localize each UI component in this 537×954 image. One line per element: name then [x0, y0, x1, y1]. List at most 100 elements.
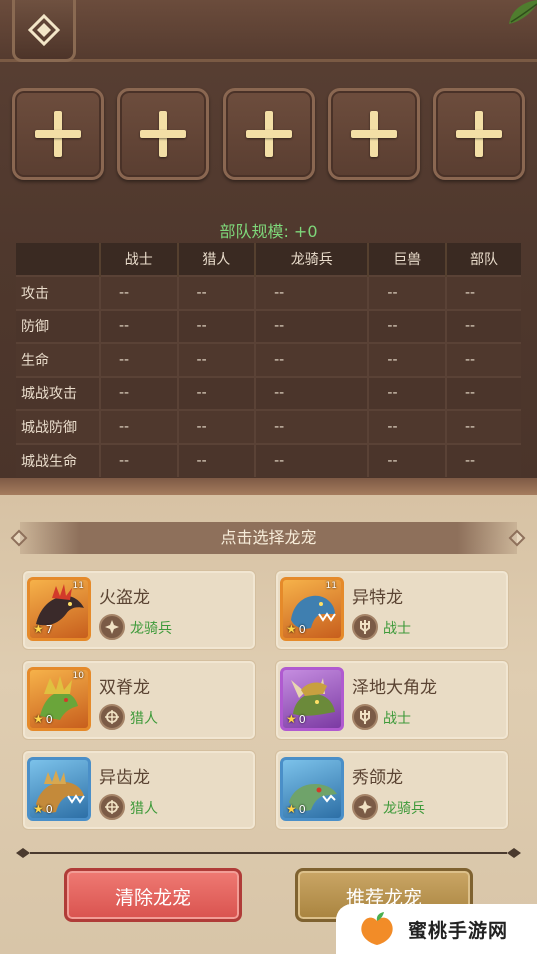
stats-cell: -- [177, 342, 257, 377]
pet-star-count: 0 [298, 803, 306, 816]
warrior-class-icon [352, 704, 378, 730]
pet-card[interactable]: 11 ★ 7 火盗龙 龙骑兵 [22, 570, 256, 650]
stats-cell: -- [100, 342, 179, 377]
stats-cell: -- [177, 375, 257, 410]
star-icon: ★ 0 [33, 712, 53, 726]
pet-slot-4[interactable] [327, 88, 420, 180]
stats-header-beast: 巨兽 [368, 243, 447, 276]
stats-header-blank [16, 243, 101, 276]
stats-row-label: 城战攻击 [16, 375, 101, 410]
top-bar [0, 0, 537, 62]
pet-star-count: 0 [45, 803, 53, 816]
clear-pets-button[interactable]: 清除龙宠 [64, 868, 242, 922]
pet-card[interactable]: ★ 0 秀颌龙 龙骑兵 [275, 750, 509, 830]
stats-row: 生命 -- -- -- -- -- [16, 342, 521, 377]
pet-name: 双脊龙 [99, 678, 150, 698]
stats-cell: -- [177, 442, 257, 477]
dragoon-class-icon [99, 614, 125, 640]
pet-type: 龙骑兵 [130, 621, 172, 637]
plus-icon [35, 111, 81, 157]
stats-header-warrior: 战士 [100, 243, 179, 276]
pet-name: 异特龙 [352, 588, 403, 608]
stats-cell: -- [255, 375, 370, 410]
pet-level: 11 [72, 581, 84, 591]
pet-type: 龙骑兵 [383, 801, 425, 817]
ornament-divider [16, 848, 521, 858]
star-icon: ★ 7 [33, 622, 53, 636]
stats-row-label: 城战生命 [16, 442, 101, 477]
hunter-class-icon [99, 794, 125, 820]
pet-level: 10 [72, 671, 84, 681]
pet-star-count: 7 [45, 623, 53, 636]
stats-cell: -- [368, 275, 447, 310]
plus-icon [350, 111, 397, 157]
stats-cell: -- [100, 409, 179, 444]
stats-cell: -- [445, 342, 521, 377]
stats-cell: -- [368, 342, 447, 377]
star-icon: ★ 0 [286, 802, 306, 816]
stats-table: 战士 猎人 龙骑兵 巨兽 部队 攻击 -- -- -- -- -- 防御 -- … [16, 243, 521, 477]
stats-header-troops: 部队 [445, 243, 521, 276]
stats-cell: -- [445, 442, 521, 477]
stats-row: 城战生命 -- -- -- -- -- [16, 442, 521, 477]
stats-cell: -- [445, 375, 521, 410]
pet-slot-2[interactable] [117, 88, 210, 180]
pet-portrait: ★ 0 [27, 757, 91, 821]
pet-type: 战士 [383, 711, 411, 727]
warrior-class-icon [352, 614, 378, 640]
stats-cell: -- [445, 275, 521, 310]
pet-name: 火盗龙 [99, 588, 150, 608]
watermark-text: 蜜桃手游网 [408, 919, 509, 942]
stats-row: 城战攻击 -- -- -- -- -- [16, 375, 521, 410]
leaf-decoration-icon [509, 0, 537, 24]
nav-tab[interactable] [12, 0, 76, 62]
pet-type: 战士 [383, 621, 411, 637]
stats-cell: -- [100, 442, 179, 477]
dragoon-class-icon [352, 794, 378, 820]
stats-cell: -- [368, 409, 447, 444]
stats-cell: -- [445, 308, 521, 343]
pet-card[interactable]: ★ 0 泽地大角龙 战士 [275, 660, 509, 740]
pet-level: 11 [325, 581, 337, 591]
pet-portrait: 10 ★ 0 [27, 667, 91, 731]
pet-slot-3[interactable] [222, 88, 315, 180]
stats-cell: -- [100, 375, 179, 410]
stats-cell: -- [368, 442, 447, 477]
stats-cell: -- [368, 308, 447, 343]
pet-slot-1[interactable] [12, 88, 104, 180]
stats-row: 城战防御 -- -- -- -- -- [16, 409, 521, 444]
select-pet-header: 点击选择龙宠 [20, 522, 517, 554]
pet-name: 异齿龙 [99, 768, 150, 788]
plus-icon [456, 111, 502, 157]
star-icon: ★ 0 [286, 712, 306, 726]
star-icon: ★ 0 [33, 802, 53, 816]
peach-logo-icon [361, 912, 393, 945]
stats-header-row: 战士 猎人 龙骑兵 巨兽 部队 [16, 243, 521, 276]
pet-slot-5[interactable] [433, 88, 525, 180]
stats-cell: -- [255, 308, 370, 343]
hunter-class-icon [99, 704, 125, 730]
pet-card[interactable]: ★ 0 异齿龙 猎人 [22, 750, 256, 830]
pet-portrait: ★ 0 [280, 667, 344, 731]
stats-header-hunter: 猎人 [177, 243, 257, 276]
plus-icon [140, 111, 187, 157]
stats-cell: -- [177, 409, 257, 444]
pet-card[interactable]: 10 ★ 0 双脊龙 猎人 [22, 660, 256, 740]
stats-cell: -- [255, 275, 370, 310]
stats-cell: -- [255, 342, 370, 377]
pet-type: 猎人 [130, 711, 158, 727]
stats-cell: -- [177, 308, 257, 343]
pet-slot-row [12, 88, 525, 182]
stats-cell: -- [368, 375, 447, 410]
team-scale-text: 部队规模: +0 [219, 222, 318, 241]
pet-name: 泽地大角龙 [352, 678, 437, 698]
site-watermark: 蜜桃手游网 [336, 904, 537, 954]
pet-star-count: 0 [45, 713, 53, 726]
pet-star-count: 0 [298, 623, 306, 636]
stats-cell: -- [255, 442, 370, 477]
plus-icon [245, 111, 292, 157]
pet-star-count: 0 [298, 713, 306, 726]
pet-portrait: 11 ★ 7 [27, 577, 91, 641]
stats-cell: -- [177, 275, 257, 310]
pet-card[interactable]: 11 ★ 0 异特龙 战士 [275, 570, 509, 650]
